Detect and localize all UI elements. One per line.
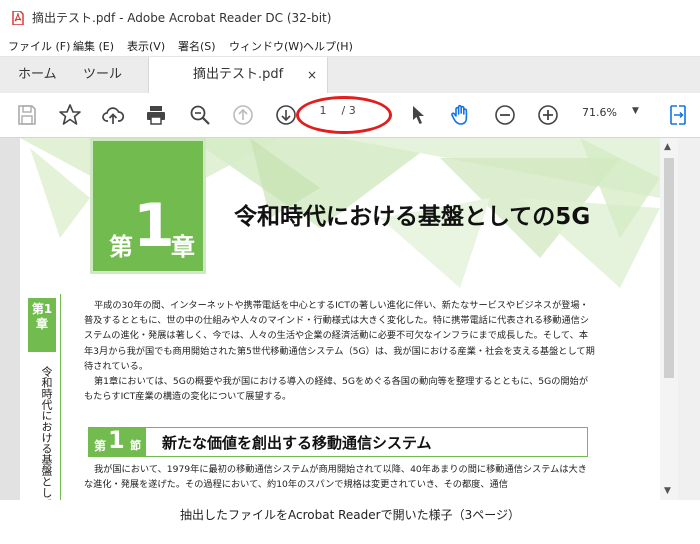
title-bar: 摘出テスト.pdf - Adobe Acrobat Reader DC (32-… [0,0,700,34]
hand-icon[interactable] [447,101,475,129]
tab-bar: ホーム ツール 摘出テスト.pdf × [0,57,700,93]
chapter-title: 令和時代における基盤としての5G [234,204,591,230]
scroll-down-icon[interactable]: ▼ [664,486,671,496]
zoom-dropdown-caret-icon[interactable]: ▼ [632,106,639,116]
menu-help[interactable]: ヘルプ(H) [303,38,353,54]
chapter-badge: 第 1 章 [90,138,206,274]
section-suffix: 節 [130,439,141,452]
zoom-out-search-icon[interactable] [186,101,214,129]
intro-paragraph-2: 第1章においては、5Gの概要や我が国における導入の経緯、5Gをめぐる各国の動向等… [84,376,589,403]
scroll-up-icon[interactable]: ▲ [664,142,671,152]
side-divider [60,294,61,500]
cloud-upload-icon[interactable] [99,101,127,129]
document-viewer[interactable]: 第 1 章 令和時代における基盤としての5G 第1章 令和時代における基盤として… [0,138,700,500]
scroll-thumb[interactable] [664,158,674,378]
menu-file[interactable]: ファイル (F) [8,38,70,54]
section-number: 1 [108,426,125,454]
zoom-minus-icon[interactable] [491,101,519,129]
chapter-suffix: 章 [171,233,195,261]
pdf-page: 第 1 章 令和時代における基盤としての5G 第1章 令和時代における基盤として… [20,138,660,500]
zoom-plus-icon[interactable] [534,101,562,129]
window-title: 摘出テスト.pdf - Adobe Acrobat Reader DC (32-… [32,11,332,25]
chapter-prefix: 第 [109,233,133,261]
fit-page-icon[interactable] [664,101,692,129]
menu-bar: ファイル (F) 編集 (E) 表示(V) 署名(S) ウィンドウ(W) ヘルプ… [0,34,700,57]
tab-home[interactable]: ホーム [18,57,57,93]
save-icon[interactable] [13,101,41,129]
menu-view[interactable]: 表示(V) [127,38,165,54]
section-title: 新たな価値を創出する移動通信システム [162,434,432,452]
tab-document[interactable]: 摘出テスト.pdf × [148,57,328,93]
intro-text: 平成の30年の間、インターネットや携帯電話を中心とするICTの著しい進化に伴い、… [84,298,596,404]
menu-sign[interactable]: 署名(S) [178,38,216,54]
intro-paragraph-1: 平成の30年の間、インターネットや携帯電話を中心とするICTの著しい進化に伴い、… [84,300,595,372]
tab-document-label: 摘出テスト.pdf [193,67,284,82]
side-chapter-title: 令和時代における基盤としての5G [40,366,53,500]
section-text: 我が国において、1979年に最初の移動通信システムが商用開始されて以降、40年あ… [84,462,596,492]
menu-edit[interactable]: 編集 (E) [73,38,114,54]
red-annotation-circle [296,96,392,134]
menu-window[interactable]: ウィンドウ(W) [229,38,303,54]
pdf-app-icon [12,10,24,26]
select-cursor-icon[interactable] [404,101,432,129]
section-paragraph: 我が国において、1979年に最初の移動通信システムが商用開始されて以降、40年あ… [84,464,587,491]
tab-tools[interactable]: ツール [83,57,122,93]
page-up-icon[interactable] [229,101,257,129]
side-chapter-tab: 第1章 [28,298,56,352]
right-panel-edge [678,138,700,500]
screenshot-caption: 抽出したファイルをAcrobat Readerで開いた様子（3ページ） [180,508,520,522]
chapter-number: 1 [133,191,175,261]
star-icon[interactable] [56,101,84,129]
print-icon[interactable] [142,101,170,129]
zoom-level[interactable]: 71.6% [582,106,617,119]
tab-close-icon[interactable]: × [307,57,317,93]
section-prefix: 第 [94,439,107,453]
